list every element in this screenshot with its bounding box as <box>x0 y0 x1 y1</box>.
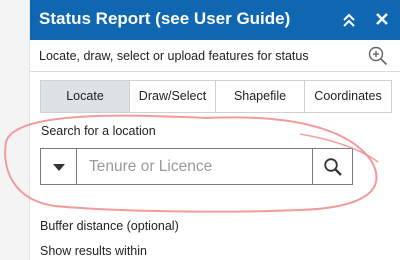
search-input[interactable] <box>77 149 312 184</box>
show-results-label: Show results within <box>40 244 147 258</box>
tab-shapefile[interactable]: Shapefile <box>216 81 305 112</box>
search-button[interactable] <box>312 149 352 184</box>
collapse-button[interactable] <box>337 8 361 32</box>
panel-instructions: Locate, draw, select or upload features … <box>39 49 309 63</box>
buffer-distance-label: Buffer distance (optional) <box>40 219 179 233</box>
panel-header: Status Report (see User Guide) <box>30 0 400 40</box>
close-icon <box>376 13 388 25</box>
tab-draw-select[interactable]: Draw/Select <box>130 81 216 112</box>
tab-locate[interactable]: Locate <box>41 81 130 112</box>
double-chevron-up-icon <box>343 13 355 27</box>
panel-title: Status Report (see User Guide) <box>39 9 291 28</box>
close-button[interactable] <box>370 8 394 32</box>
left-sidebar-strip <box>0 0 30 260</box>
zoom-in-icon <box>368 46 388 66</box>
tab-coordinates[interactable]: Coordinates <box>305 81 391 112</box>
caret-down-icon <box>52 163 65 171</box>
mode-tabs: Locate Draw/Select Shapefile Coordinates <box>40 80 392 113</box>
panel-subheader: Locate, draw, select or upload features … <box>30 40 400 72</box>
search-box <box>40 148 353 185</box>
status-report-panel: Status Report (see User Guide) Locate, d… <box>30 0 400 260</box>
search-label: Search for a location <box>41 124 156 138</box>
search-icon <box>323 157 342 176</box>
search-source-dropdown[interactable] <box>41 149 77 184</box>
zoom-to-button[interactable] <box>367 45 389 67</box>
